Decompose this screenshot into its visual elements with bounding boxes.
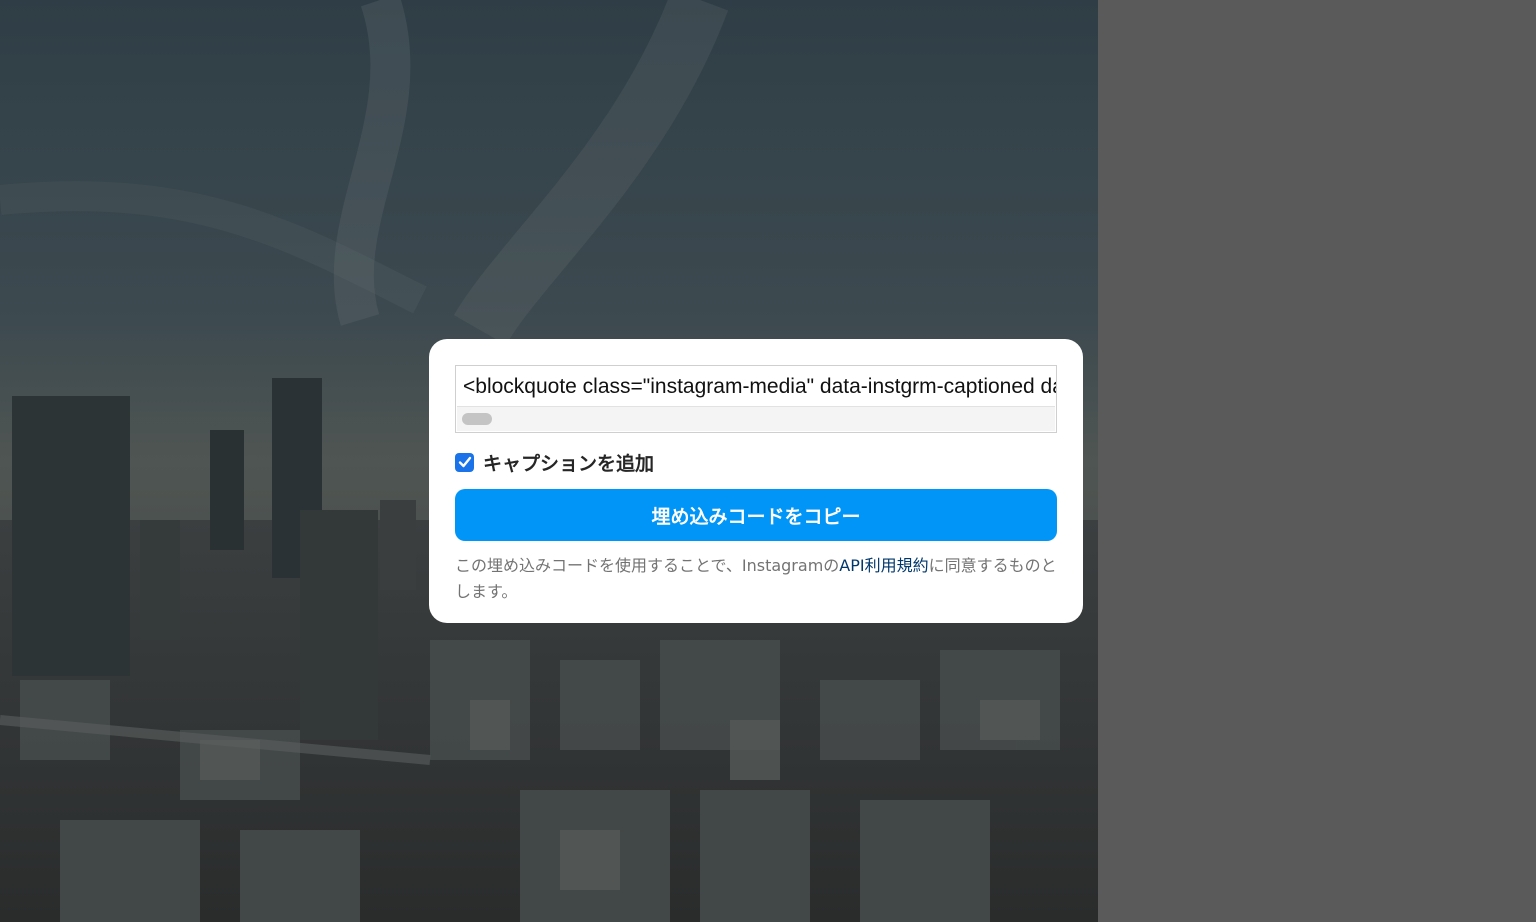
- copy-embed-code-button[interactable]: 埋め込みコードをコピー: [455, 489, 1057, 541]
- checkmark-icon: [458, 456, 471, 468]
- embed-code-textarea[interactable]: <blockquote class="instagram-media" data…: [455, 365, 1057, 433]
- dimmed-side-panel: [1098, 0, 1536, 922]
- caption-checkbox-label[interactable]: キャプションを追加: [483, 449, 654, 476]
- copy-embed-code-button-label: 埋め込みコードをコピー: [651, 505, 861, 528]
- terms-notice: この埋め込みコードを使用することで、InstagramのAPI利用規約に同意する…: [455, 553, 1057, 605]
- horizontal-scrollbar[interactable]: [457, 406, 1055, 431]
- embed-dialog: <blockquote class="instagram-media" data…: [429, 339, 1083, 623]
- terms-notice-prefix: この埋め込みコードを使用することで、Instagramの: [455, 556, 840, 575]
- caption-checkbox[interactable]: [455, 452, 474, 472]
- embed-code-text: <blockquote class="instagram-media" data…: [463, 375, 1056, 398]
- caption-option[interactable]: キャプションを追加: [455, 449, 1057, 475]
- api-terms-link[interactable]: API利用規約: [839, 556, 928, 575]
- scrollbar-thumb[interactable]: [462, 413, 492, 425]
- screen: <blockquote class="instagram-media" data…: [0, 0, 1536, 922]
